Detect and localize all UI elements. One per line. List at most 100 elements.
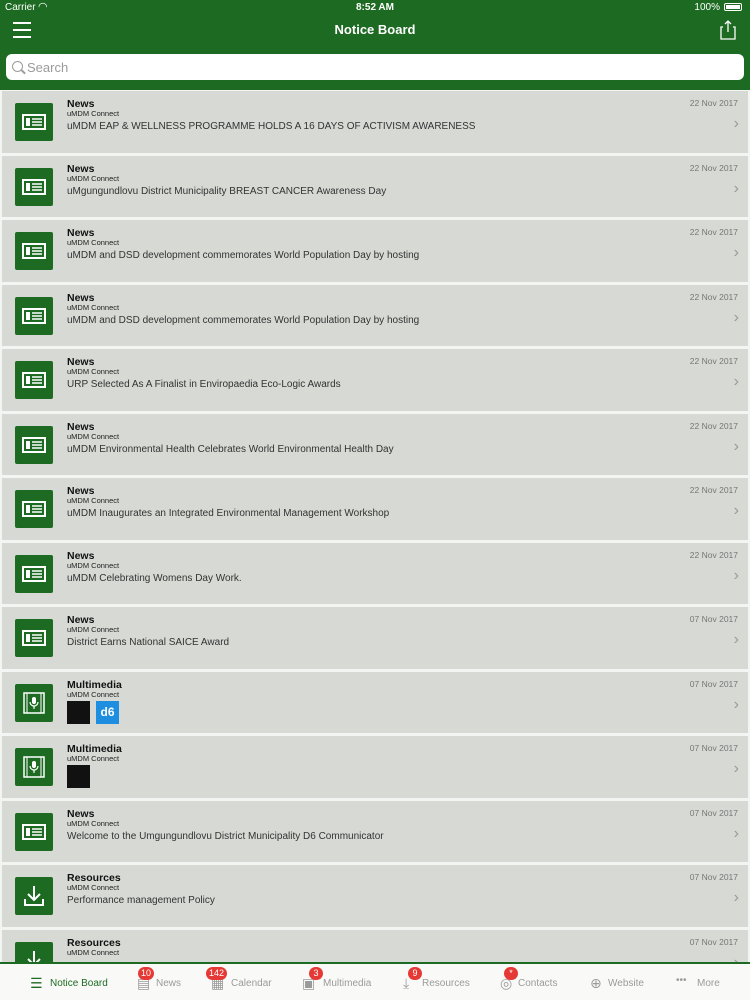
item-source: uMDM Connect (67, 625, 120, 634)
item-date: 07 Nov 2017 (689, 678, 738, 689)
item-title: District Earns National SAICE Award (67, 637, 230, 648)
page-title: Notice Board (334, 22, 416, 37)
item-title: uMDM Environmental Health Celebrates Wor… (67, 443, 394, 455)
item-title: Performance management Policy (67, 895, 215, 906)
media-thumbnails: d6 (67, 700, 119, 724)
chevron-right-icon: › (733, 695, 739, 713)
item-date: 22 Nov 2017 (689, 162, 738, 173)
multimedia-icon (15, 748, 53, 786)
notice-list: News uMDM Connect uMDM EAP & WELLNESS PROG… (0, 90, 750, 962)
item-title: uMDM Celebrating Womens Day Work. (67, 572, 242, 584)
list-item[interactable]: News uMDM Connect uMDM and DSD development… (0, 219, 750, 284)
list-item[interactable]: News uMDM Connect uMDM and DSD development… (0, 283, 750, 348)
item-source: uMDM Connect (67, 883, 120, 892)
list-item[interactable]: Multimedia uMDM Connect 07 Nov 2017 › (0, 735, 750, 800)
status-bar: Carrier ◠ 8:52 AM 100% (0, 0, 750, 16)
list-item[interactable]: News uMDM Connect uMDM Inaugurates an Inte… (0, 477, 750, 542)
tab-badge: 3 (309, 967, 323, 980)
chevron-right-icon: › (733, 760, 739, 777)
list-item[interactable]: News uMDM Connect uMDM Celebrating Womens … (0, 541, 750, 606)
battery-label: 100% (694, 2, 720, 13)
item-date: 07 Nov 2017 (689, 614, 738, 624)
photo-thumbnail[interactable] (67, 765, 90, 788)
item-source: uMDM Connect (67, 818, 120, 828)
news-icon (15, 361, 53, 399)
tab-badge: 9 (408, 967, 422, 980)
chevron-right-icon: › (733, 566, 739, 584)
item-title: uMDM EAP & WELLNESS PROGRAMME HOLDS A 16… (67, 121, 476, 132)
news-icon (15, 296, 53, 335)
news-icon (15, 232, 53, 270)
list-item[interactable]: News uMDM Connect Welcome to the Umgungund… (0, 799, 750, 864)
item-date: 22 Nov 2017 (689, 291, 738, 302)
item-date: 22 Nov 2017 (689, 549, 738, 560)
tab-badge: * (504, 967, 518, 980)
photo-thumbnail[interactable] (67, 700, 90, 724)
chevron-right-icon: › (733, 115, 739, 132)
item-date: 22 Nov 2017 (689, 485, 738, 495)
list-item[interactable]: Resources uMDM Connect 07 Nov 2017 › (0, 928, 750, 963)
tab-label: News (156, 978, 182, 989)
d6-logo-thumbnail[interactable]: d6 (96, 700, 119, 724)
item-date: 22 Nov 2017 (689, 227, 738, 237)
list-item[interactable]: News uMDM Connect uMgungundlovu District M… (0, 154, 750, 219)
tab-label: Notice Board (50, 978, 108, 989)
item-date: 22 Nov 2017 (689, 420, 738, 431)
tab-bar: ☰ Notice Board ▤ News 10 ▦ Calendar 142 ▣ Multime… (0, 962, 750, 1000)
item-source: uMDM Connect (67, 496, 120, 505)
item-date: 07 Nov 2017 (689, 743, 738, 753)
media-thumbnails (67, 765, 90, 788)
tab-label: Contacts (518, 978, 558, 989)
chevron-right-icon: › (733, 244, 739, 261)
item-source: uMDM Connect (67, 560, 120, 570)
item-title: URP Selected As A Finalist in Enviropaed… (67, 379, 341, 390)
chevron-right-icon: › (733, 953, 739, 963)
list-item[interactable]: News uMDM Connect District Earns National … (0, 606, 750, 671)
item-date: 07 Nov 2017 (689, 872, 738, 882)
list-item[interactable]: News uMDM Connect uMDM EAP & WELLNESS PROG… (0, 90, 750, 155)
chevron-right-icon: › (733, 179, 739, 197)
chevron-right-icon: › (733, 308, 739, 326)
list-icon: ☰ (30, 975, 43, 991)
item-source: uMDM Connect (67, 431, 120, 441)
item-source: uMDM Connect (67, 302, 120, 312)
share-icon[interactable] (720, 20, 736, 40)
download-icon (15, 941, 53, 962)
tab-badge: 142 (206, 967, 228, 980)
globe-icon: ⊕ (590, 975, 602, 991)
item-date: 07 Nov 2017 (689, 936, 738, 947)
item-date: 22 Nov 2017 (689, 356, 738, 366)
item-title: uMDM and DSD development commemorates Wo… (67, 314, 420, 326)
tab-label: Website (608, 978, 644, 989)
item-source: uMDM Connect (67, 109, 120, 118)
list-item[interactable]: News uMDM Connect URP Selected As A Finali… (0, 348, 750, 413)
item-source: uMDM Connect (67, 238, 120, 247)
item-title: Welcome to the Umgungundlovu District Mu… (67, 830, 384, 842)
chevron-right-icon: › (733, 373, 739, 390)
list-item[interactable]: Resources uMDM Connect Performance managem… (0, 864, 750, 929)
item-title: uMDM Inaugurates an Integrated Environme… (67, 508, 390, 519)
news-icon (15, 554, 53, 593)
item-source: uMDM Connect (67, 173, 120, 183)
list-item[interactable]: News uMDM Connect uMDM Environmental Healt… (0, 412, 750, 477)
chevron-right-icon: › (733, 502, 739, 519)
item-date: 07 Nov 2017 (689, 807, 738, 818)
item-date: 22 Nov 2017 (689, 98, 738, 108)
tab-label: Calendar (231, 978, 272, 989)
tab-label: Multimedia (323, 978, 372, 989)
chevron-right-icon: › (733, 889, 739, 906)
item-title: uMgungundlovu District Municipality BREA… (67, 185, 387, 197)
tab-label: Resources (422, 978, 470, 989)
search-input[interactable]: Search (6, 54, 744, 80)
tab-label: More (697, 978, 720, 989)
battery-icon (724, 3, 742, 11)
chevron-right-icon: › (733, 437, 739, 455)
search-placeholder: Search (27, 60, 69, 75)
item-source: uMDM Connect (67, 367, 120, 376)
item-title: uMDM and DSD development commemorates Wo… (67, 250, 420, 261)
news-icon (15, 619, 53, 657)
tab-badge: 10 (138, 967, 155, 980)
item-source: uMDM Connect (67, 754, 120, 763)
chevron-right-icon: › (733, 631, 739, 648)
list-item[interactable]: Multimedia uMDM Connect 07 Nov 2017 d6 › (0, 670, 750, 735)
